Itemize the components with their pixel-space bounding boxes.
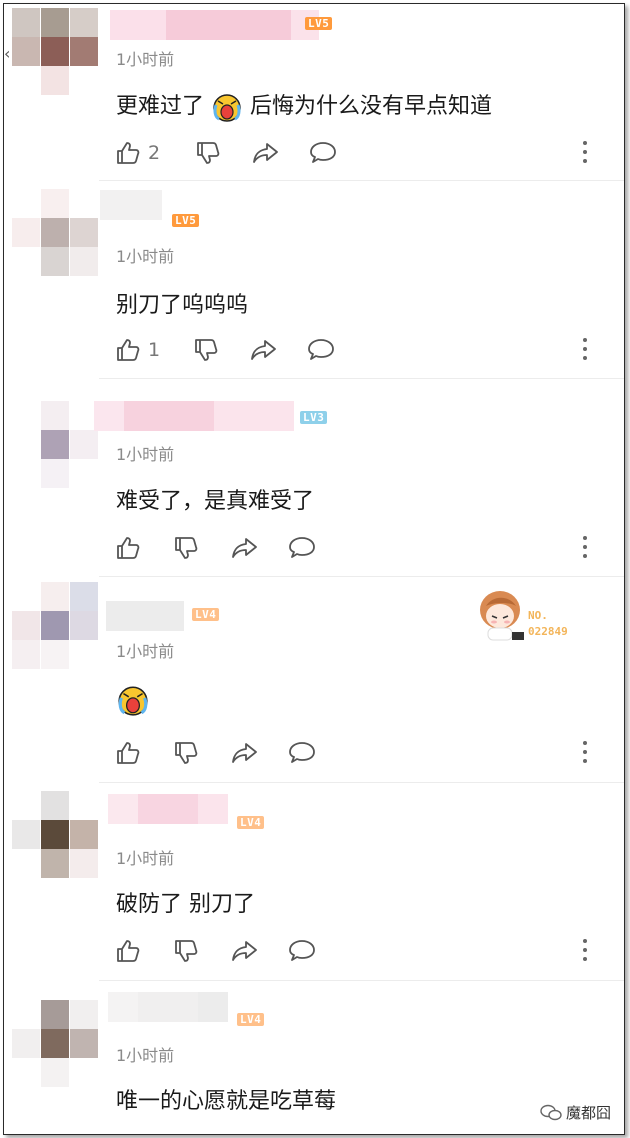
thumbs-up-icon	[117, 537, 140, 559]
more-options-icon[interactable]	[580, 139, 590, 167]
dislike-button[interactable]	[172, 937, 200, 965]
thumbs-down-icon	[175, 537, 198, 559]
speech-bubble-icon	[289, 537, 315, 558]
thumbs-down-icon	[195, 339, 218, 361]
comment-time: 1小时前	[116, 642, 175, 661]
thumbs-up-icon	[117, 940, 140, 962]
more-options-icon[interactable]	[580, 937, 590, 965]
dislike-button[interactable]	[172, 739, 200, 767]
comment-time: 1小时前	[116, 849, 175, 868]
wechat-icon	[540, 1104, 562, 1120]
comment-text: 更难过了 后悔为什么没有早点知道	[116, 88, 492, 123]
level-badge: LV4	[192, 608, 220, 621]
like-button[interactable]: 2	[114, 139, 160, 167]
reply-button[interactable]	[307, 336, 335, 364]
fan-badge-value: 022849	[528, 625, 568, 638]
crying-emoji-icon	[213, 94, 241, 122]
share-arrow-icon	[232, 538, 257, 558]
avatar[interactable]	[12, 189, 98, 277]
comment-time: 1小时前	[116, 50, 175, 69]
comment-text-part: 后悔为什么没有早点知道	[250, 94, 493, 119]
reply-button[interactable]	[288, 739, 316, 767]
comment-time: 1小时前	[116, 1046, 175, 1065]
speech-bubble-icon	[289, 742, 315, 763]
comment-text	[116, 683, 150, 717]
level-badge: LV4	[237, 1013, 265, 1026]
anime-girl-icon	[480, 591, 524, 641]
dislike-button[interactable]	[194, 139, 222, 167]
level-badge: LV4	[237, 816, 265, 829]
watermark: 魔都囧	[540, 1102, 611, 1123]
fan-badge-label: NO.	[528, 609, 548, 622]
speech-bubble-icon	[310, 142, 336, 163]
like-count: 2	[148, 142, 161, 164]
thumbs-up-icon	[117, 742, 140, 764]
comment-actions	[114, 739, 614, 769]
share-arrow-icon	[253, 143, 278, 163]
crying-emoji-icon	[118, 686, 148, 716]
share-button[interactable]	[230, 534, 258, 562]
dislike-button[interactable]	[192, 336, 220, 364]
thumbs-down-icon	[175, 940, 198, 962]
comment-text: 难受了，是真难受了	[116, 489, 315, 514]
thumbs-down-icon	[197, 142, 220, 164]
avatar[interactable]	[12, 791, 98, 879]
level-badge: LV5	[172, 214, 200, 227]
share-button[interactable]	[230, 739, 258, 767]
fan-badge-number: NO. 022849	[528, 608, 568, 640]
thumbs-down-icon	[175, 742, 198, 764]
comment-actions: 2	[114, 139, 614, 169]
share-button[interactable]	[251, 139, 279, 167]
comment-text: 破防了 别刀了	[116, 892, 255, 917]
comment-feed: ‹ LV5 1小时前 更难过了 后悔为什么没有早点知道 2 LV5 1小时前 别…	[3, 3, 625, 1135]
avatar[interactable]	[12, 8, 98, 96]
share-button[interactable]	[230, 937, 258, 965]
comment-text: 唯一的心愿就是吃草莓	[116, 1089, 337, 1114]
like-button[interactable]	[114, 739, 142, 767]
avatar[interactable]	[12, 582, 98, 670]
watermark-text: 魔都囧	[566, 1104, 612, 1122]
share-arrow-icon	[251, 340, 276, 360]
comment-text-part: 更难过了	[116, 94, 205, 119]
comment-time: 1小时前	[116, 247, 175, 266]
speech-bubble-icon	[289, 940, 315, 961]
fan-badge: NO. 022849	[474, 586, 594, 646]
thumbs-up-icon	[117, 339, 140, 361]
like-count: 1	[148, 339, 161, 361]
avatar[interactable]	[12, 1000, 98, 1088]
comment-actions	[114, 937, 614, 967]
more-options-icon[interactable]	[580, 336, 590, 364]
speech-bubble-icon	[308, 339, 334, 360]
level-badge: LV5	[305, 17, 333, 30]
like-button[interactable]: 1	[114, 336, 160, 364]
avatar[interactable]	[12, 401, 98, 489]
like-button[interactable]	[114, 937, 142, 965]
reply-button[interactable]	[288, 534, 316, 562]
edge-fragment: ‹	[4, 44, 11, 63]
comment-actions	[114, 534, 614, 564]
level-badge: LV3	[300, 411, 328, 424]
share-button[interactable]	[249, 336, 277, 364]
comment-actions: 1	[114, 336, 614, 366]
share-arrow-icon	[232, 941, 257, 961]
comment-text: 别刀了呜呜呜	[116, 293, 249, 318]
comment-time: 1小时前	[116, 445, 175, 464]
dislike-button[interactable]	[172, 534, 200, 562]
thumbs-up-icon	[117, 142, 140, 164]
share-arrow-icon	[232, 743, 257, 763]
more-options-icon[interactable]	[580, 534, 590, 562]
reply-button[interactable]	[288, 937, 316, 965]
like-button[interactable]	[114, 534, 142, 562]
more-options-icon[interactable]	[580, 739, 590, 767]
reply-button[interactable]	[309, 139, 337, 167]
